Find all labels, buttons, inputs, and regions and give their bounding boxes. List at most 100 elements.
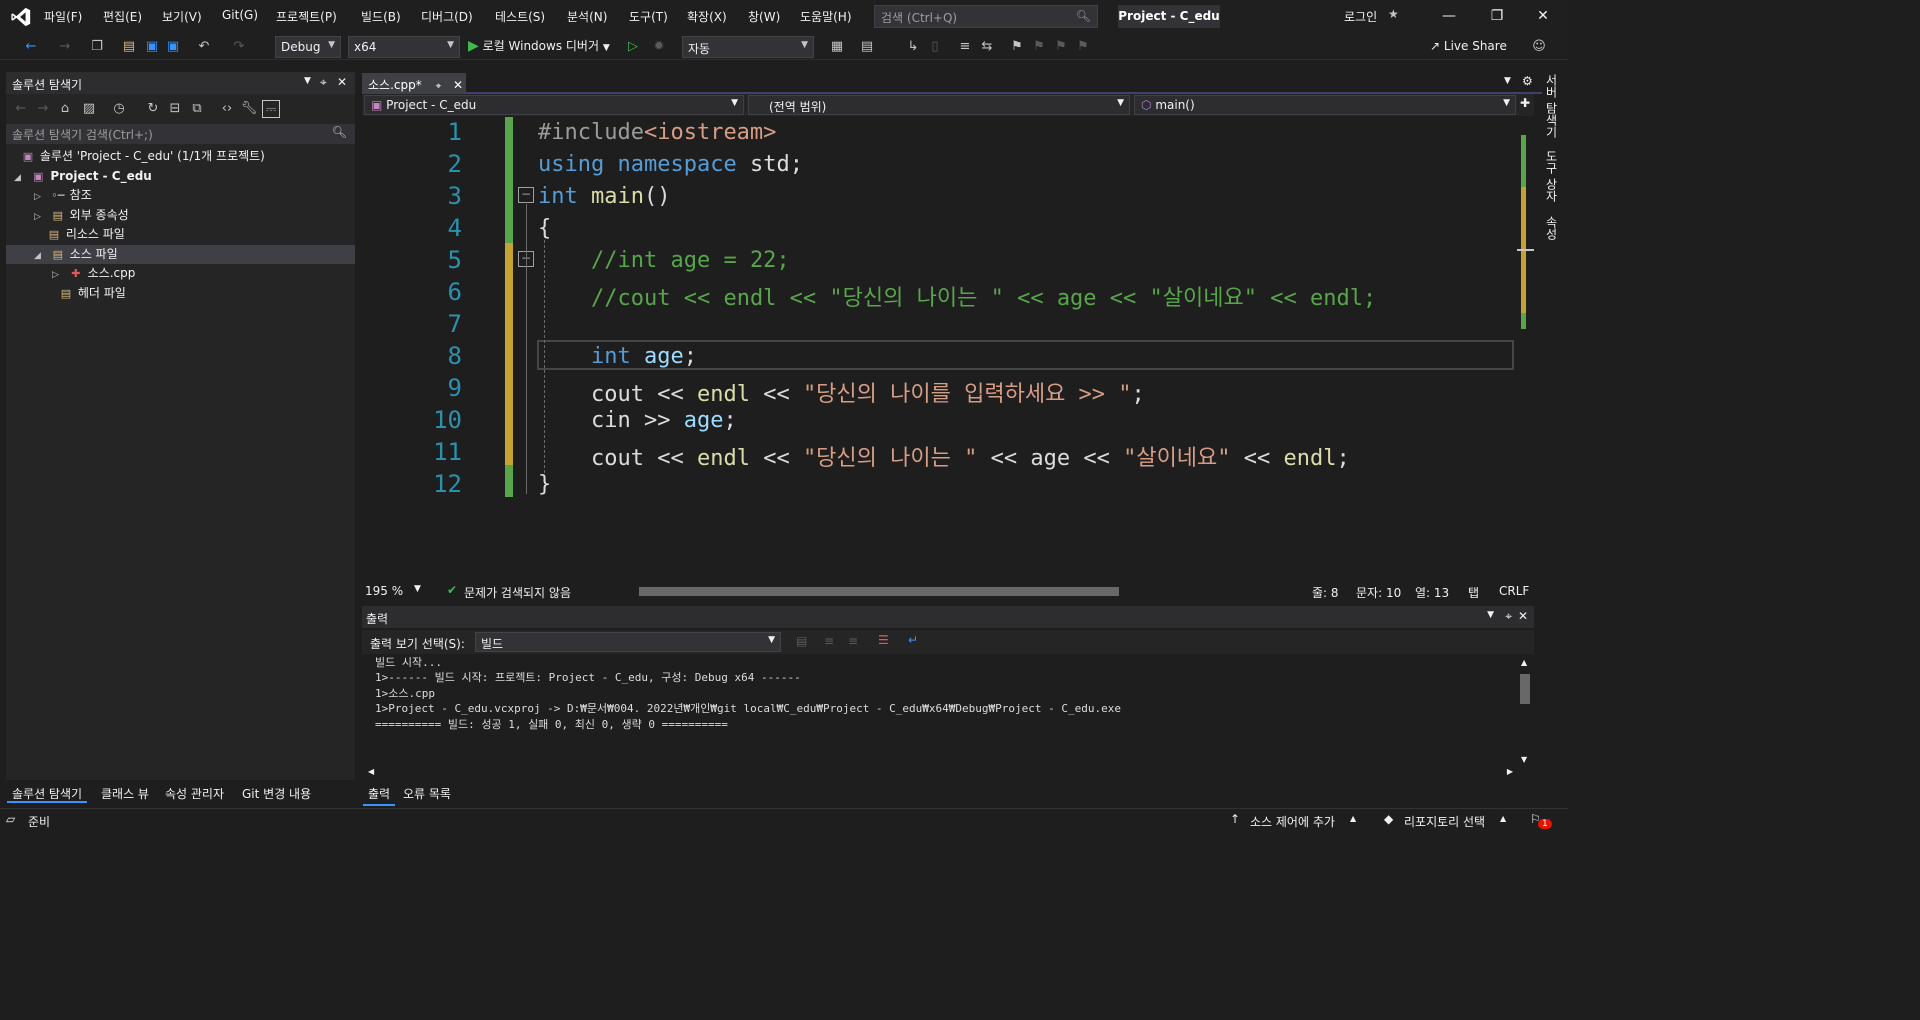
close-panel-icon[interactable]: ✕: [337, 75, 347, 89]
menu-tools[interactable]: 도구(T): [629, 8, 668, 25]
undo-icon[interactable]: ↶: [195, 38, 213, 56]
find-message-icon[interactable]: ▤: [796, 634, 807, 648]
menu-debug[interactable]: 디버그(D): [421, 8, 473, 25]
menu-test[interactable]: 테스트(S): [495, 8, 545, 25]
tab-list-icon[interactable]: ▼: [1504, 76, 1511, 86]
clear-all-icon[interactable]: ☰: [878, 633, 889, 647]
tree-item-external-deps[interactable]: ▷ ▤ 외부 종속성: [6, 206, 355, 225]
tab-mode-indicator[interactable]: 탭: [1468, 584, 1479, 601]
auto-dropdown[interactable]: 자동 ▼: [682, 36, 814, 58]
tab-output[interactable]: 출력: [363, 783, 396, 806]
save-icon[interactable]: ▣: [143, 38, 161, 56]
save-all-icon[interactable]: ▣: [164, 38, 182, 56]
collapse-main-icon[interactable]: −: [518, 187, 534, 203]
panel-menu-icon[interactable]: ▼: [1487, 610, 1494, 620]
disabled-tool-icon[interactable]: ▯: [926, 38, 944, 56]
refresh-icon[interactable]: ↻: [144, 100, 162, 118]
start-without-debugging-icon[interactable]: ▷: [624, 38, 642, 56]
pending-changes-icon[interactable]: ◷: [110, 100, 128, 118]
browse-icon[interactable]: ▦: [828, 38, 846, 56]
platform-dropdown[interactable]: x64 ▼: [348, 36, 460, 58]
tree-item-header-files[interactable]: ▤ 헤더 파일: [6, 284, 355, 303]
preview-icon[interactable]: ⎓: [262, 100, 280, 118]
line-ending-indicator[interactable]: CRLF: [1499, 584, 1529, 598]
account-icon[interactable]: ★: [1388, 7, 1399, 21]
server-explorer-tab[interactable]: 서버 탐색기: [1543, 74, 1560, 138]
output-horizontal-scrollbar[interactable]: ◀ ▶: [362, 767, 1517, 780]
start-debugging-button[interactable]: ▶ 로컬 Windows 디버거 ▼: [468, 37, 610, 54]
prev-message-icon[interactable]: ≡: [824, 634, 834, 648]
horizontal-scrollbar[interactable]: [627, 587, 1287, 596]
uncomment-icon[interactable]: ⇆: [978, 38, 996, 56]
scope-nav-dropdown[interactable]: (전역 범위) ▼: [748, 95, 1130, 115]
pin-icon[interactable]: ⌖: [320, 75, 327, 90]
output-text[interactable]: 빌드 시작... 1>------ 빌드 시작: 프로젝트: Project - …: [362, 654, 1517, 766]
output-window-icon[interactable]: ▱: [6, 812, 15, 826]
next-bookmark-icon[interactable]: ⚑: [1052, 38, 1070, 56]
back-icon[interactable]: ←: [22, 38, 40, 56]
issues-status[interactable]: 문제가 검색되지 않음: [464, 584, 571, 601]
toolbox-tab[interactable]: 도구 상자: [1543, 150, 1560, 202]
window-layout-icon[interactable]: ▤: [858, 38, 876, 56]
show-all-files-icon[interactable]: ⧉: [188, 100, 206, 118]
tab-error-list[interactable]: 오류 목록: [398, 783, 456, 804]
visual-studio-logo-icon[interactable]: [10, 6, 32, 28]
menu-help[interactable]: 도움말(H): [800, 8, 852, 25]
editor-vertical-scrollbar[interactable]: [1517, 117, 1534, 583]
tab-class-view[interactable]: 클래스 뷰: [96, 783, 154, 803]
chevron-down-icon[interactable]: ▼: [414, 584, 421, 594]
function-nav-dropdown[interactable]: ⬡ main() ▼: [1134, 95, 1516, 115]
zoom-level[interactable]: 195 %: [365, 584, 403, 598]
configuration-dropdown[interactable]: Debug ▼: [275, 36, 341, 58]
menu-build[interactable]: 빌드(B): [361, 8, 401, 25]
output-vertical-scrollbar[interactable]: ▲ ▼: [1517, 656, 1534, 766]
menu-window[interactable]: 창(W): [748, 8, 780, 25]
clear-bookmarks-icon[interactable]: ⚑: [1074, 38, 1092, 56]
restore-button[interactable]: ❐: [1474, 4, 1520, 30]
menu-project[interactable]: 프로젝트(P): [276, 8, 337, 25]
menu-git[interactable]: Git(G): [222, 8, 258, 22]
forward-icon[interactable]: →: [34, 100, 52, 118]
tab-solution-explorer[interactable]: 솔루션 탐색기: [7, 783, 88, 803]
close-tab-icon[interactable]: ✕: [453, 78, 463, 92]
tree-item-project[interactable]: ◢ ▣ Project - C_edu: [6, 167, 355, 186]
tree-item-source-files[interactable]: ◢ ▤ 소스 파일: [6, 245, 355, 264]
tab-source-cpp[interactable]: 소스.cpp* ⌖ ✕: [362, 73, 466, 94]
project-nav-dropdown[interactable]: ▣ Project - C_edu ▼: [364, 95, 744, 115]
live-share-button[interactable]: ↗ Live Share: [1430, 39, 1507, 53]
tree-item-references[interactable]: ▷ ◦─ 참조: [6, 186, 355, 205]
tree-item-solution[interactable]: ▣ 솔루션 'Project - C_edu' (1/1개 프로젝트): [6, 147, 355, 166]
switch-views-icon[interactable]: ▨: [80, 100, 98, 118]
collapse-all-icon[interactable]: ⊟: [166, 100, 184, 118]
step-icon[interactable]: ↳: [904, 38, 922, 56]
solution-explorer-search[interactable]: 솔루션 탐색기 검색(Ctrl+;) 🔍︎: [6, 124, 355, 144]
hot-reload-icon[interactable]: ✹: [650, 38, 668, 56]
comment-icon[interactable]: ≡: [956, 38, 974, 56]
new-project-icon[interactable]: ❐: [88, 38, 106, 56]
properties-icon[interactable]: 🔧︎: [240, 100, 258, 118]
back-icon[interactable]: ←: [12, 100, 30, 118]
word-wrap-icon[interactable]: ↵: [908, 633, 918, 647]
code-view-icon[interactable]: ‹›: [218, 100, 236, 118]
tab-property-manager[interactable]: 속성 관리자: [160, 783, 229, 803]
gear-icon[interactable]: ⚙: [1522, 74, 1533, 88]
source-control-button[interactable]: 소스 제어에 추가: [1250, 813, 1335, 830]
open-folder-icon[interactable]: ▤: [120, 38, 138, 56]
panel-menu-icon[interactable]: ▼: [304, 76, 311, 86]
prev-bookmark-icon[interactable]: ⚑: [1030, 38, 1048, 56]
tree-item-source-cpp[interactable]: ▷ ✚ 소스.cpp: [6, 264, 355, 283]
minimize-button[interactable]: —: [1426, 4, 1472, 30]
search-input[interactable]: 검색 (Ctrl+Q) 🔍︎: [874, 5, 1098, 28]
output-source-dropdown[interactable]: 빌드 ▼: [475, 632, 781, 652]
login-link[interactable]: 로그인: [1344, 8, 1377, 25]
menu-edit[interactable]: 편집(E): [103, 8, 142, 25]
menu-extensions[interactable]: 확장(X): [687, 8, 727, 25]
close-window-button[interactable]: ✕: [1520, 4, 1566, 30]
forward-icon[interactable]: →: [56, 38, 74, 56]
tab-git-changes[interactable]: Git 변경 내용: [237, 783, 316, 803]
split-editor-icon[interactable]: ✚: [1520, 96, 1530, 110]
properties-tab[interactable]: 속성: [1543, 216, 1560, 240]
menu-view[interactable]: 보기(V): [162, 8, 202, 25]
menu-file[interactable]: 파일(F): [44, 8, 82, 25]
feedback-icon[interactable]: ☺: [1530, 38, 1548, 56]
